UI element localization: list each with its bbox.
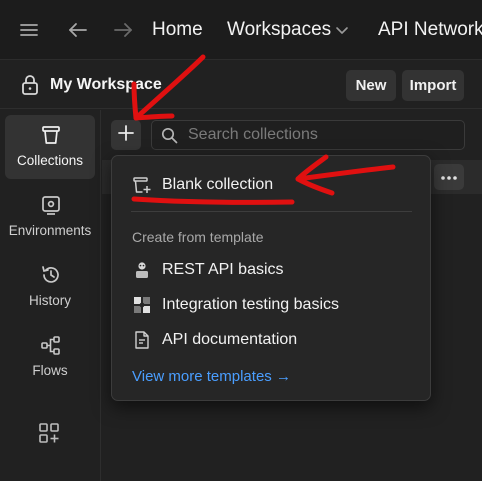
sidebar-item-history[interactable]: History — [5, 255, 95, 319]
rest-api-icon — [132, 260, 152, 280]
chevron-down-icon[interactable] — [334, 22, 350, 38]
sidebar: Collections Environments History Flows — [0, 110, 101, 481]
add-apps-icon[interactable] — [38, 422, 60, 444]
add-collection-menu: Blank collection Create from template RE… — [111, 155, 431, 401]
workspace-header: My Workspace New Import — [0, 61, 482, 109]
menu-item-api-documentation[interactable]: API documentation — [112, 326, 430, 354]
search-input[interactable] — [188, 125, 448, 145]
plus-icon — [117, 124, 135, 147]
top-bar: Home Workspaces API Network — [0, 0, 482, 60]
search-box — [151, 120, 465, 150]
menu-item-label: REST API basics — [162, 261, 284, 278]
environment-icon — [40, 194, 62, 216]
search-icon — [161, 127, 178, 144]
new-button[interactable]: New — [346, 70, 396, 101]
menu-item-label: API documentation — [162, 331, 298, 348]
history-icon — [40, 264, 62, 286]
lock-icon — [20, 74, 40, 96]
nav-workspaces[interactable]: Workspaces — [227, 19, 331, 41]
more-horizontal-icon — [440, 168, 458, 186]
trash-can-icon — [40, 124, 62, 146]
arrow-left-icon[interactable] — [66, 18, 90, 42]
menu-item-integration-testing-basics[interactable]: Integration testing basics — [112, 291, 430, 319]
arrow-right-icon[interactable] — [111, 18, 135, 42]
menu-item-label: Blank collection — [162, 176, 274, 193]
nav-api-network[interactable]: API Network — [378, 19, 482, 41]
sidebar-item-collections[interactable]: Collections — [5, 115, 95, 179]
flows-icon — [40, 334, 62, 356]
menu-item-label: Integration testing basics — [162, 296, 339, 313]
sidebar-item-flows[interactable]: Flows — [5, 325, 95, 389]
more-options-button[interactable] — [434, 164, 464, 190]
add-collection-button[interactable] — [111, 120, 141, 150]
hamburger-icon[interactable] — [17, 18, 41, 42]
sidebar-item-label: Collections — [16, 153, 84, 168]
sidebar-item-label: Environments — [8, 223, 92, 238]
template-heading: Create from template — [132, 229, 264, 245]
view-more-templates-link[interactable]: View more templates → — [132, 368, 291, 385]
menu-item-rest-api-basics[interactable]: REST API basics — [112, 256, 430, 284]
blank-collection-icon — [132, 175, 152, 195]
sidebar-item-environments[interactable]: Environments — [5, 185, 95, 249]
menu-divider — [131, 211, 412, 212]
sidebar-item-label: History — [28, 293, 71, 308]
integration-testing-icon — [132, 295, 152, 315]
nav-home[interactable]: Home — [152, 19, 203, 41]
document-icon — [132, 330, 152, 350]
menu-item-blank-collection[interactable]: Blank collection — [112, 168, 430, 202]
import-button[interactable]: Import — [402, 70, 464, 101]
workspace-title[interactable]: My Workspace — [50, 76, 162, 94]
sidebar-item-label: Flows — [32, 363, 68, 378]
